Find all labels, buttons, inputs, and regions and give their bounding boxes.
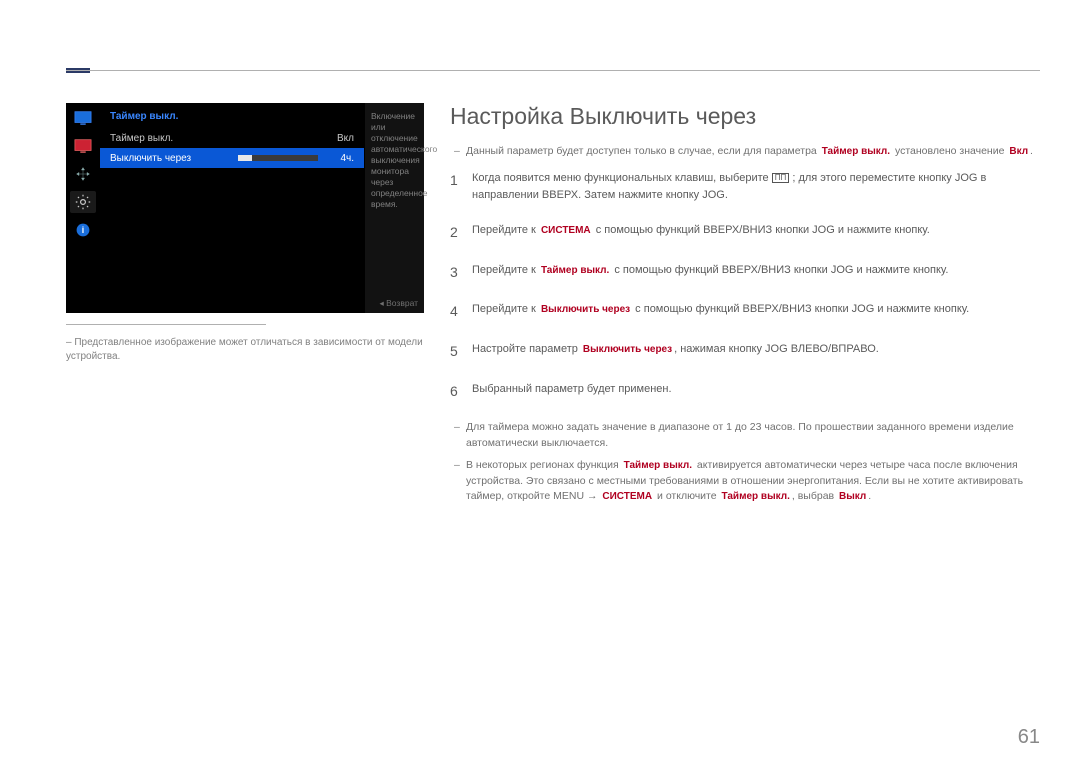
step-text: Перейдите к xyxy=(472,224,539,236)
intro-note-a: Данный параметр будет доступен только в … xyxy=(466,145,817,157)
step-number: 5 xyxy=(450,341,472,363)
picture-icon xyxy=(70,107,96,129)
footer-note-2a: В некоторых регионах функция xyxy=(466,459,619,471)
footer-note-2d: , выбрав xyxy=(792,490,834,502)
token-off-timer: Таймер выкл. xyxy=(539,265,611,276)
step-text: Перейдите к xyxy=(472,264,539,276)
token-off: Выкл xyxy=(837,491,868,502)
osd-row-label: Выключить через xyxy=(110,153,232,164)
step-body: Выбранный параметр будет применен. xyxy=(472,381,1040,398)
footer-notes: Для таймера можно задать значение в диап… xyxy=(450,420,1040,505)
token-system: СИСТЕМА xyxy=(539,225,593,236)
token-turn-off-after: Выключить через xyxy=(539,304,632,315)
token-turn-off-after: Выключить через xyxy=(581,344,674,355)
caption-bullet: – xyxy=(66,337,72,348)
info-icon: i xyxy=(70,219,96,241)
osd-main-panel: Таймер выкл. Таймер выкл. Вкл Выключить … xyxy=(100,103,364,313)
token-off-timer: Таймер выкл. xyxy=(720,491,792,502)
step-body: Перейдите к Таймер выкл. с помощью функц… xyxy=(472,262,1040,279)
step-body: Перейдите к СИСТЕМА с помощью функций ВВ… xyxy=(472,222,1040,239)
footer-note-2c: и отключите xyxy=(657,490,717,502)
step-1: 1 Когда появится меню функциональных кла… xyxy=(450,170,1040,204)
header-rule xyxy=(66,70,1040,71)
osd-slider-fill xyxy=(238,155,252,161)
position-icon xyxy=(70,163,96,185)
step-2: 2 Перейдите к СИСТЕМА с помощью функций … xyxy=(450,222,1040,244)
osd-return-hint: ◂ Возврат xyxy=(379,298,418,309)
step-number: 4 xyxy=(450,301,472,323)
color-icon xyxy=(70,135,96,157)
osd-row-label: Таймер выкл. xyxy=(110,133,324,144)
step-text: с помощью функций ВВЕРХ/ВНИЗ кнопки JOG … xyxy=(593,224,930,236)
osd-row-value: 4ч. xyxy=(324,153,354,164)
step-6: 6 Выбранный параметр будет применен. xyxy=(450,381,1040,403)
intro-note: Данный параметр будет доступен только в … xyxy=(450,144,1040,160)
caption-rule xyxy=(66,324,266,325)
step-body: Перейдите к Выключить через с помощью фу… xyxy=(472,301,1040,318)
osd-return-label: Возврат xyxy=(386,298,418,308)
token-on: Вкл xyxy=(1007,146,1030,157)
menu-icon: ΠΠ xyxy=(772,173,790,183)
osd-panel-title: Таймер выкл. xyxy=(100,103,364,128)
steps-list: 1 Когда появится меню функциональных кла… xyxy=(450,170,1040,403)
step-text: Когда появится меню функциональных клави… xyxy=(472,172,772,184)
step-text: Выбранный параметр будет применен. xyxy=(472,383,672,395)
step-number: 6 xyxy=(450,381,472,403)
osd-screenshot: i Таймер выкл. Таймер выкл. Вкл Выключит… xyxy=(66,103,424,313)
step-number: 1 xyxy=(450,170,472,192)
svg-text:i: i xyxy=(82,225,84,235)
step-body: Настройте параметр Выключить через, нажи… xyxy=(472,341,1040,358)
token-system: СИСТЕМА xyxy=(600,491,654,502)
osd-row-value: Вкл xyxy=(324,133,354,144)
step-3: 3 Перейдите к Таймер выкл. с помощью фун… xyxy=(450,262,1040,284)
step-text: с помощью функций ВВЕРХ/ВНИЗ кнопки JOG … xyxy=(611,264,948,276)
step-number: 2 xyxy=(450,222,472,244)
osd-icon-rail: i xyxy=(66,103,100,313)
step-number: 3 xyxy=(450,262,472,284)
caption-text: Представленное изображение может отличат… xyxy=(66,337,423,362)
token-off-timer: Таймер выкл. xyxy=(622,460,694,471)
step-5: 5 Настройте параметр Выключить через, на… xyxy=(450,341,1040,363)
step-text: с помощью функций ВВЕРХ/ВНИЗ кнопки JOG … xyxy=(632,303,969,315)
page-number: 61 xyxy=(1018,726,1040,749)
osd-row: Таймер выкл. Вкл xyxy=(100,128,364,148)
step-text: , нажимая кнопку JOG ВЛЕВО/ВПРАВО. xyxy=(674,343,879,355)
figure-caption: – Представленное изображение может отлич… xyxy=(66,336,426,364)
settings-icon xyxy=(70,191,96,213)
footer-note-1-text: Для таймера можно задать значение в диап… xyxy=(466,421,1014,449)
osd-help-text: Включение или отключение автоматического… xyxy=(371,111,437,209)
page-title: Настройка Выключить через xyxy=(450,103,1040,130)
token-off-timer: Таймер выкл. xyxy=(820,146,892,157)
osd-row-selected: Выключить через 4ч. xyxy=(100,148,364,168)
step-body: Когда появится меню функциональных клави… xyxy=(472,170,1040,204)
footer-note-2: В некоторых регионах функция Таймер выкл… xyxy=(450,458,1040,505)
step-text: Настройте параметр xyxy=(472,343,581,355)
osd-slider xyxy=(238,155,318,161)
step-4: 4 Перейдите к Выключить через с помощью … xyxy=(450,301,1040,323)
step-text: Перейдите к xyxy=(472,303,539,315)
main-content: Настройка Выключить через Данный парамет… xyxy=(450,103,1040,511)
intro-note-b: установлено значение xyxy=(895,145,1004,157)
osd-help-panel: Включение или отключение автоматического… xyxy=(364,103,424,313)
footer-note-1: Для таймера можно задать значение в диап… xyxy=(450,420,1040,452)
